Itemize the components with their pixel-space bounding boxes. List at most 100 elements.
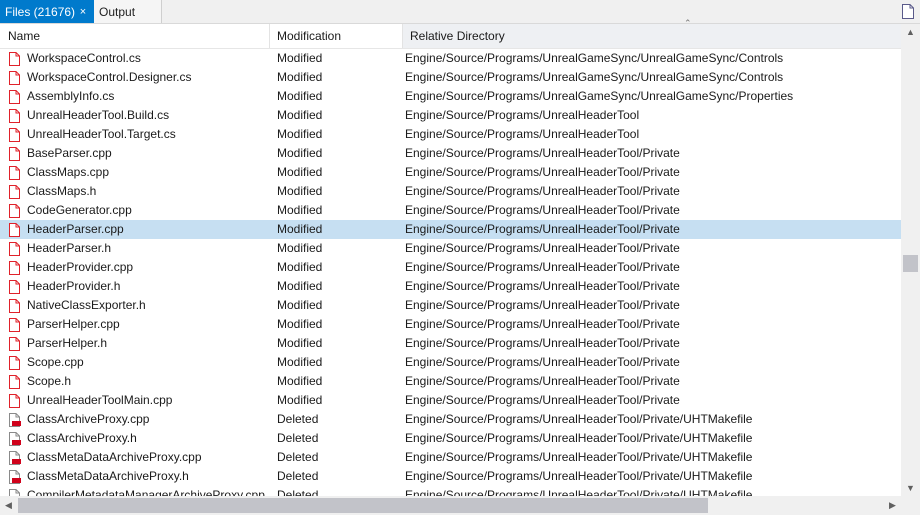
column-header-name[interactable]: Name: [0, 24, 270, 48]
file-name: WorkspaceControl.Designer.cs: [27, 70, 192, 84]
file-relative-directory: Engine/Source/Programs/UnrealHeaderTool/…: [405, 241, 680, 255]
file-modification: Deleted: [277, 431, 319, 445]
file-row[interactable]: ParserHelper.cpp Modified Engine/Source/Pr…: [0, 315, 901, 334]
file-name: ClassMaps.h: [27, 184, 97, 198]
file-relative-directory: Engine/Source/Programs/UnrealHeaderTool/…: [405, 260, 680, 274]
scroll-up-icon[interactable]: ▲: [901, 24, 920, 40]
file-row[interactable]: WorkspaceControl.Designer.cs Modified Engi…: [0, 68, 901, 87]
column-header-modification[interactable]: Modification: [270, 24, 403, 48]
tab-files-label: Files (21676): [5, 5, 76, 19]
deleted-file-icon: [9, 489, 20, 496]
file-name: ParserHelper.cpp: [27, 317, 120, 331]
file-modification: Modified: [277, 70, 323, 84]
file-modification: Modified: [277, 184, 323, 198]
modified-file-icon: [9, 109, 20, 123]
file-modification: Modified: [277, 317, 323, 331]
scroll-right-icon[interactable]: ▶: [884, 496, 901, 515]
file-modification: Modified: [277, 279, 323, 293]
file-row[interactable]: ClassMetaDataArchiveProxy.cpp Deleted Engi…: [0, 448, 901, 467]
file-modification: Deleted: [277, 450, 319, 464]
file-name: Scope.cpp: [27, 355, 84, 369]
close-tab-icon[interactable]: ×: [77, 0, 89, 24]
horizontal-scroll-thumb[interactable]: [18, 498, 708, 513]
vertical-scroll-thumb[interactable]: [903, 255, 918, 272]
file-row[interactable]: CodeGenerator.cpp Modified Engine/Source/P…: [0, 201, 901, 220]
modified-file-icon: [9, 337, 20, 351]
file-relative-directory: Engine/Source/Programs/UnrealHeaderTool: [405, 127, 640, 141]
file-row[interactable]: ClassMetaDataArchiveProxy.h Deleted Engine…: [0, 467, 901, 486]
deleted-file-icon: [9, 432, 21, 446]
column-header-relative-directory-label: Relative Directory: [410, 29, 505, 43]
new-document-icon[interactable]: [902, 4, 914, 19]
modified-file-icon: [9, 204, 20, 218]
file-modification: Modified: [277, 108, 323, 122]
file-relative-directory: Engine/Source/Programs/UnrealHeaderTool/…: [405, 450, 753, 464]
file-relative-directory: Engine/Source/Programs/UnrealGameSync/Un…: [405, 51, 784, 65]
file-relative-directory: Engine/Source/Programs/UnrealHeaderTool: [405, 108, 640, 122]
file-relative-directory: Engine/Source/Programs/UnrealHeaderTool/…: [405, 184, 680, 198]
deleted-file-icon: [9, 451, 21, 465]
file-row[interactable]: UnrealHeaderToolMain.cpp Modified Engine/S…: [0, 391, 901, 410]
file-name: ClassMetaDataArchiveProxy.h: [27, 469, 189, 483]
column-header: Name Modification Relative Directory ⌃: [0, 18, 901, 49]
file-name: ClassArchiveProxy.cpp: [27, 412, 150, 426]
scrollbar-corner: [901, 496, 920, 515]
file-row[interactable]: ParserHelper.h Modified Engine/Source/Prog…: [0, 334, 901, 353]
file-row[interactable]: ClassMaps.h Modified Engine/Source/Program…: [0, 182, 901, 201]
file-name: AssemblyInfo.cs: [27, 89, 115, 103]
tab-files[interactable]: Files (21676) ×: [0, 0, 94, 23]
file-row[interactable]: BaseParser.cpp Modified Engine/Source/Prog…: [0, 144, 901, 163]
file-row[interactable]: UnrealHeaderTool.Target.cs Modified Engine…: [0, 125, 901, 144]
scroll-down-icon[interactable]: ▼: [901, 480, 920, 496]
modified-file-icon: [9, 280, 20, 294]
file-row[interactable]: Scope.cpp Modified Engine/Source/Programs/…: [0, 353, 901, 372]
file-name: HeaderParser.h: [27, 241, 112, 255]
file-row[interactable]: HeaderProvider.cpp Modified Engine/Source/…: [0, 258, 901, 277]
file-modification: Modified: [277, 241, 323, 255]
column-header-relative-directory[interactable]: Relative Directory: [403, 24, 901, 48]
file-relative-directory: Engine/Source/Programs/UnrealHeaderTool/…: [405, 279, 680, 293]
file-name: ParserHelper.h: [27, 336, 108, 350]
file-name: UnrealHeaderTool.Target.cs: [27, 127, 176, 141]
file-modification: Modified: [277, 203, 323, 217]
file-row[interactable]: ClassMaps.cpp Modified Engine/Source/Progr…: [0, 163, 901, 182]
file-name: HeaderProvider.h: [27, 279, 121, 293]
file-name: ClassMaps.cpp: [27, 165, 110, 179]
modified-file-icon: [9, 147, 20, 161]
modified-file-icon: [9, 242, 20, 256]
horizontal-scrollbar[interactable]: ◀ ▶: [0, 496, 901, 515]
file-relative-directory: Engine/Source/Programs/UnrealGameSync/Un…: [405, 70, 784, 84]
file-modification: Modified: [277, 393, 323, 407]
tab-output[interactable]: Output: [94, 0, 162, 23]
file-row[interactable]: WorkspaceControl.cs Modified Engine/Source…: [0, 49, 901, 68]
modified-file-icon: [9, 90, 20, 104]
file-row[interactable]: CompilerMetadataManagerArchiveProxy.cpp D…: [0, 486, 901, 496]
file-row[interactable]: HeaderProvider.h Modified Engine/Source/Pr…: [0, 277, 901, 296]
file-row[interactable]: HeaderParser.cpp Modified Engine/Source/Pr…: [0, 220, 901, 239]
file-row[interactable]: UnrealHeaderTool.Build.cs Modified Engine/…: [0, 106, 901, 125]
file-modification: Modified: [277, 89, 323, 103]
file-relative-directory: Engine/Source/Programs/UnrealHeaderTool/…: [405, 317, 680, 331]
file-row[interactable]: HeaderParser.h Modified Engine/Source/Prog…: [0, 239, 901, 258]
file-name: HeaderProvider.cpp: [27, 260, 134, 274]
file-relative-directory: Engine/Source/Programs/UnrealHeaderTool/…: [405, 469, 753, 483]
modified-file-icon: [9, 166, 20, 180]
file-row[interactable]: NativeClassExporter.h Modified Engine/Sour…: [0, 296, 901, 315]
modified-file-icon: [9, 394, 20, 408]
vertical-scrollbar[interactable]: ▲ ▼: [901, 24, 920, 496]
file-row[interactable]: Scope.h Modified Engine/Source/Programs/Un…: [0, 372, 901, 391]
file-relative-directory: Engine/Source/Programs/UnrealHeaderTool/…: [405, 488, 753, 496]
file-relative-directory: Engine/Source/Programs/UnrealHeaderTool/…: [405, 412, 753, 426]
file-row[interactable]: ClassArchiveProxy.cpp Deleted Engine/Sourc…: [0, 410, 901, 429]
file-name: WorkspaceControl.cs: [27, 51, 141, 65]
file-modification: Modified: [277, 260, 323, 274]
tab-output-label: Output: [99, 5, 136, 19]
scroll-left-icon[interactable]: ◀: [0, 496, 17, 515]
file-modification: Modified: [277, 374, 323, 388]
file-row[interactable]: ClassArchiveProxy.h Deleted Engine/Source/…: [0, 429, 901, 448]
file-relative-directory: Engine/Source/Programs/UnrealHeaderTool/…: [405, 165, 680, 179]
modified-file-icon: [9, 128, 20, 142]
modified-file-icon: [9, 318, 20, 332]
file-name: UnrealHeaderTool.Build.cs: [27, 108, 170, 122]
file-row[interactable]: AssemblyInfo.cs Modified Engine/Source/Pro…: [0, 87, 901, 106]
